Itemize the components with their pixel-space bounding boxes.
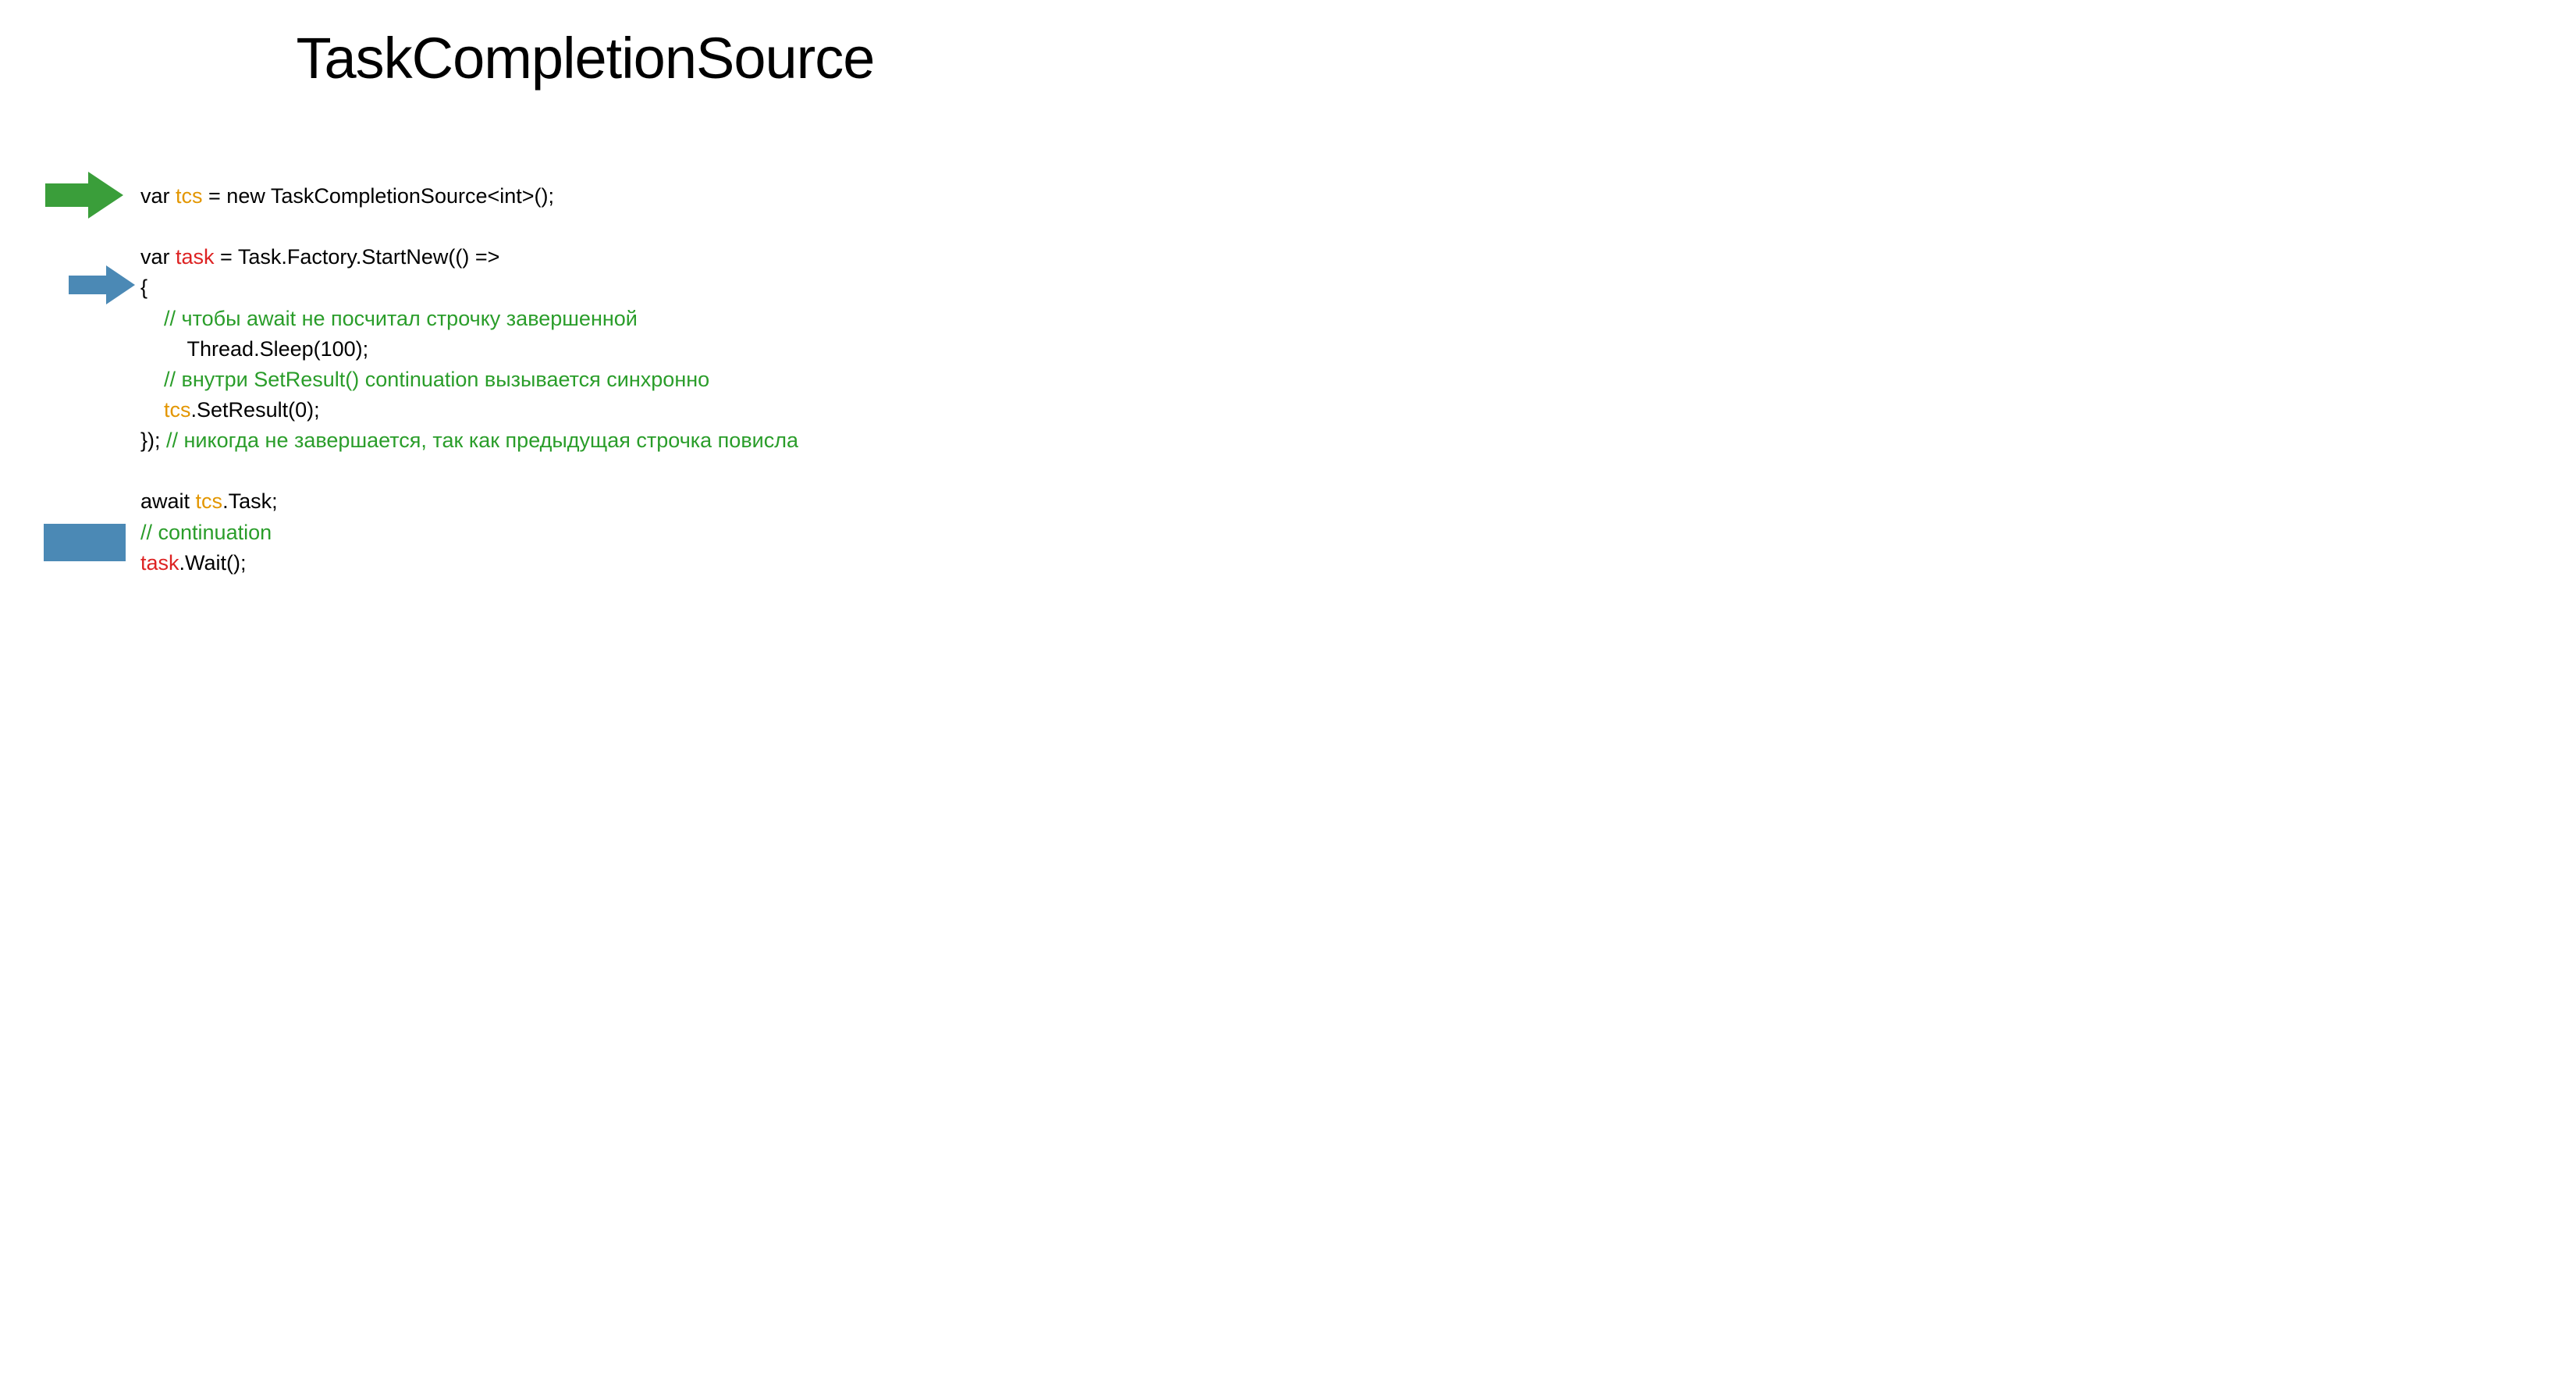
- blank-line: [140, 456, 798, 486]
- code-line-4: // чтобы await не посчитал строчку завер…: [140, 304, 798, 334]
- var-tcs: tcs: [176, 184, 203, 208]
- code-line-10: // continuation: [140, 518, 798, 548]
- code-rest: = Task.Factory.StartNew(() =>: [215, 245, 500, 269]
- keyword-var: var: [140, 245, 176, 269]
- code-line-8: }); // никогда не завершается, так как п…: [140, 425, 798, 456]
- code-line-7: tcs.SetResult(0);: [140, 395, 798, 425]
- code-rest: .Task;: [222, 489, 278, 513]
- code-prefix: });: [140, 429, 166, 452]
- code-line-3: {: [140, 272, 798, 303]
- code-line-1: var tcs = new TaskCompletionSource<int>(…: [140, 181, 798, 212]
- code-rest: .SetResult(0);: [191, 398, 320, 422]
- var-tcs: tcs: [164, 398, 191, 422]
- comment: // чтобы await не посчитал строчку завер…: [164, 307, 638, 330]
- code-line-11: task.Wait();: [140, 548, 798, 578]
- indent: [140, 368, 164, 391]
- comment: // никогда не завершается, так как преды…: [166, 429, 798, 452]
- code-line-2: var task = Task.Factory.StartNew(() =>: [140, 242, 798, 272]
- comment: // внутри SetResult() continuation вызыв…: [164, 368, 709, 391]
- keyword-var: var: [140, 184, 176, 208]
- code-line-5: Thread.Sleep(100);: [140, 334, 798, 365]
- var-task: task: [140, 551, 179, 575]
- arrow-green-icon: [45, 172, 123, 222]
- indent: [140, 307, 164, 330]
- rect-blue-icon: [44, 524, 126, 561]
- code-rest: = new TaskCompletionSource<int>();: [203, 184, 554, 208]
- blank-line: [140, 212, 798, 242]
- var-tcs: tcs: [196, 489, 223, 513]
- var-task: task: [176, 245, 215, 269]
- code-rest: .Wait();: [179, 551, 247, 575]
- code-line-6: // внутри SetResult() continuation вызыв…: [140, 365, 798, 395]
- keyword-await: await: [140, 489, 196, 513]
- code-line-9: await tcs.Task;: [140, 486, 798, 517]
- indent: [140, 398, 164, 422]
- slide-title: TaskCompletionSource: [0, 25, 1171, 91]
- code-block: var tcs = new TaskCompletionSource<int>(…: [140, 181, 798, 578]
- arrow-blue-icon: [69, 265, 135, 308]
